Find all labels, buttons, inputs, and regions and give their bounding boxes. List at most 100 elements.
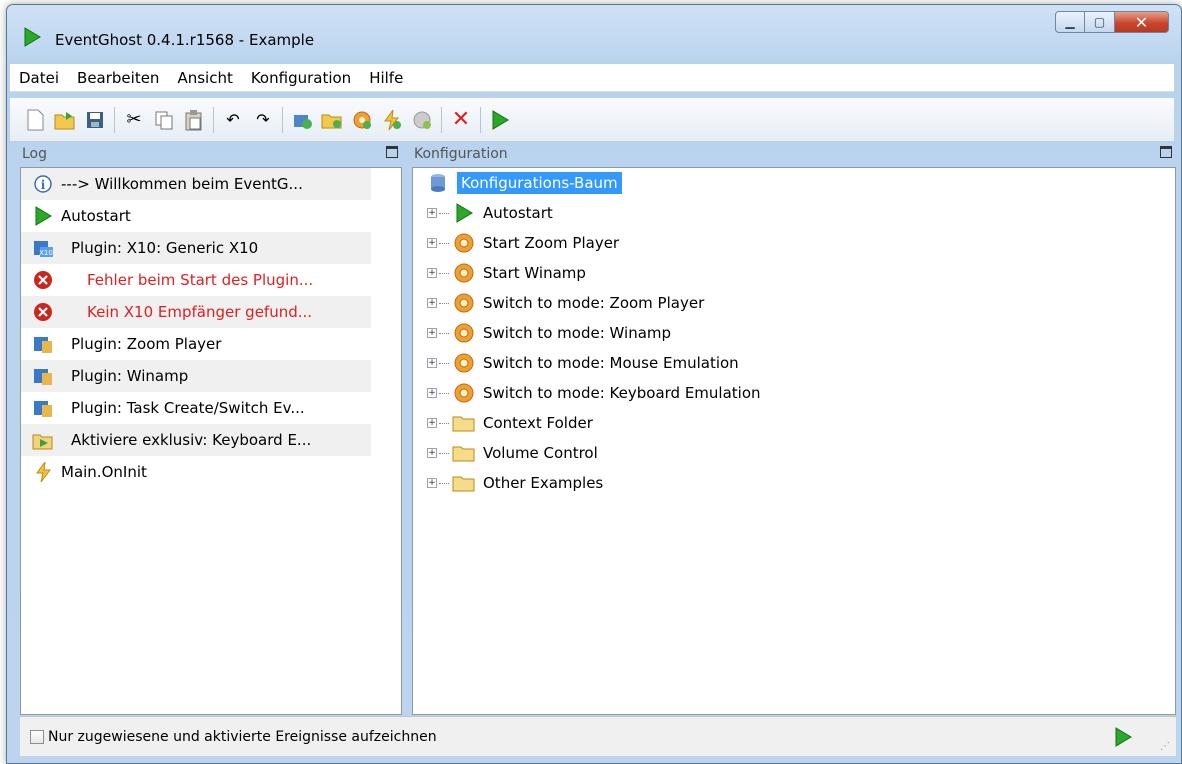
tree-item[interactable]: + Start Winamp <box>413 258 1175 288</box>
copy-icon[interactable] <box>151 107 177 133</box>
tree-item-label: Switch to mode: Keyboard Emulation <box>483 384 761 402</box>
paste-icon[interactable] <box>181 107 207 133</box>
tree-item[interactable]: + Switch to mode: Winamp <box>413 318 1175 348</box>
log-entry[interactable]: i ---> Willkommen beim EventG... <box>21 168 371 200</box>
tree-item[interactable]: + Switch to mode: Keyboard Emulation <box>413 378 1175 408</box>
tree-item-label: Switch to mode: Mouse Emulation <box>483 354 739 372</box>
x10-plugin-icon: X10 <box>31 236 55 260</box>
tree-item[interactable]: + Volume Control <box>413 438 1175 468</box>
tree-item-label: Start Winamp <box>483 264 586 282</box>
log-entry-text: Plugin: Winamp <box>71 367 189 385</box>
expand-icon[interactable]: + <box>427 328 437 338</box>
execute-icon[interactable] <box>487 107 513 133</box>
close-icon: ✕ <box>1134 12 1149 32</box>
log-entry[interactable]: Aktiviere exklusiv: Keyboard E... <box>21 424 371 456</box>
minimize-button[interactable]: ▁ <box>1055 11 1085 33</box>
log-filter-checkbox[interactable] <box>30 729 44 744</box>
plugin-icon <box>31 364 55 388</box>
log-entry-text: Main.OnInit <box>61 463 147 481</box>
menu-ansicht[interactable]: Ansicht <box>168 69 241 87</box>
log-entry[interactable]: Fehler beim Start des Plugin... <box>21 264 401 296</box>
tree-item[interactable]: + Context Folder <box>413 408 1175 438</box>
title-bar[interactable]: EventGhost 0.4.1.r1568 - Example ▁ ▢ ✕ <box>7 5 1181 63</box>
log-filter-label: Nur zugewiesene und aktivierte Ereigniss… <box>48 728 437 745</box>
menu-hilfe[interactable]: Hilfe <box>360 69 412 87</box>
new-file-icon[interactable] <box>22 107 48 133</box>
undo-icon[interactable]: ↶ <box>220 107 246 133</box>
log-list: i ---> Willkommen beim EventG... Autostart… <box>21 168 401 488</box>
save-icon[interactable] <box>82 107 108 133</box>
macro-icon <box>451 261 477 285</box>
eventghost-logo-icon <box>23 27 41 51</box>
tree-item[interactable]: + Autostart <box>413 198 1175 228</box>
log-entry[interactable]: Plugin: Zoom Player <box>21 328 401 360</box>
log-entry-text: Plugin: Zoom Player <box>71 335 222 353</box>
delete-icon[interactable]: ✕ <box>448 107 474 133</box>
plugin-icon <box>31 332 55 356</box>
expand-icon[interactable]: + <box>427 388 437 398</box>
tree-item[interactable]: + Switch to mode: Zoom Player <box>413 288 1175 318</box>
svg-text:i: i <box>41 178 46 192</box>
redo-icon[interactable]: ↷ <box>250 107 276 133</box>
tree-item[interactable]: + Start Zoom Player <box>413 228 1175 258</box>
info-icon: i <box>31 172 55 196</box>
tree-item[interactable]: + Other Examples <box>413 468 1175 498</box>
add-macro-icon[interactable] <box>349 107 375 133</box>
expand-icon[interactable]: + <box>427 478 437 488</box>
log-pane-title: Log <box>22 146 48 162</box>
log-entry[interactable]: X10 Plugin: X10: Generic X10 <box>21 232 371 264</box>
dock-icon[interactable] <box>386 146 398 158</box>
folder-icon <box>451 471 477 495</box>
expand-icon[interactable]: + <box>427 448 437 458</box>
add-action-icon[interactable] <box>409 107 435 133</box>
config-tree-pane[interactable]: Konfigurations-Baum + Autostart + Start Zoo… <box>412 167 1176 715</box>
macro-icon <box>451 321 477 345</box>
expand-icon[interactable]: + <box>427 268 437 278</box>
play-icon <box>31 204 55 228</box>
tree-root[interactable]: Konfigurations-Baum <box>413 168 1175 198</box>
toolbar-separator <box>282 106 283 133</box>
menu-bearbeiten[interactable]: Bearbeiten <box>68 69 168 87</box>
add-folder-icon[interactable] <box>319 107 345 133</box>
status-play-icon[interactable] <box>1114 727 1132 751</box>
cut-icon[interactable]: ✂ <box>121 107 147 133</box>
tree-item-label: Start Zoom Player <box>483 234 620 252</box>
toolbar-separator <box>114 106 115 133</box>
tree-connector <box>439 392 449 394</box>
tree-connector <box>439 332 449 334</box>
log-entry[interactable]: Autostart <box>21 200 401 232</box>
minimize-icon: ▁ <box>1065 15 1075 29</box>
macro-icon <box>451 381 477 405</box>
expand-icon[interactable]: + <box>427 298 437 308</box>
expand-icon[interactable]: + <box>427 358 437 368</box>
log-entry-text: Kein X10 Empfänger gefund... <box>87 303 313 321</box>
expand-icon[interactable]: + <box>427 208 437 218</box>
log-entry[interactable]: Plugin: Winamp <box>21 360 371 392</box>
tree-item-label: Context Folder <box>483 414 593 432</box>
maximize-button[interactable]: ▢ <box>1085 11 1115 33</box>
error-icon <box>31 300 55 324</box>
add-plugin-icon[interactable] <box>289 107 315 133</box>
menu-konfiguration[interactable]: Konfiguration <box>242 69 360 87</box>
log-pane[interactable]: i ---> Willkommen beim EventG... Autostart… <box>20 167 402 715</box>
tree-connector <box>439 422 449 424</box>
play-icon <box>451 201 477 225</box>
close-button[interactable]: ✕ <box>1115 11 1169 33</box>
tree-item-label: Other Examples <box>483 474 604 492</box>
expand-icon[interactable]: + <box>427 418 437 428</box>
tree-root-icon <box>425 171 451 195</box>
log-entry[interactable]: Plugin: Task Create/Switch Ev... <box>21 392 401 424</box>
add-event-icon[interactable] <box>379 107 405 133</box>
open-folder-icon[interactable] <box>52 107 78 133</box>
log-entry-text: Autostart <box>61 207 131 225</box>
dock-icon[interactable] <box>1160 146 1172 158</box>
log-entry[interactable]: Main.OnInit <box>21 456 401 488</box>
resize-grip-icon[interactable]: ⋰ <box>1160 741 1170 752</box>
tree-item[interactable]: + Switch to mode: Mouse Emulation <box>413 348 1175 378</box>
tree-children: + Autostart + Start Zoom Player + Start Winam… <box>413 198 1175 498</box>
menu-datei[interactable]: Datei <box>10 69 68 87</box>
toolbar: ✂ ↶ ↷ ✕ <box>10 98 1174 142</box>
tree-item-label: Autostart <box>483 204 553 222</box>
expand-icon[interactable]: + <box>427 238 437 248</box>
log-entry[interactable]: Kein X10 Empfänger gefund... <box>21 296 371 328</box>
